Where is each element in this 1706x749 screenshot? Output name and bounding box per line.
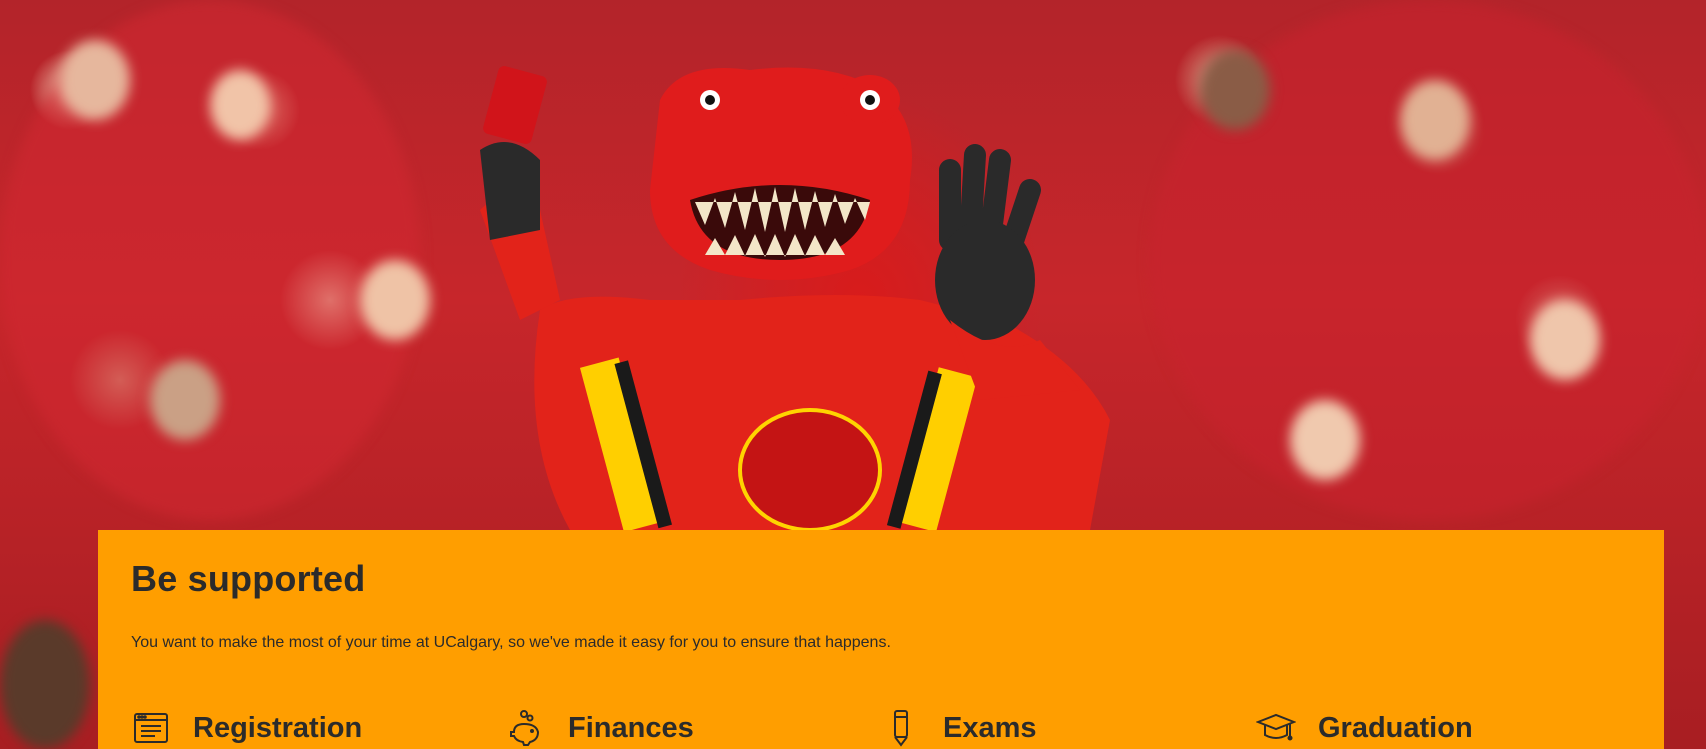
finances-label: Finances	[568, 711, 694, 744]
registration-link[interactable]: Registration	[131, 708, 506, 748]
pencil-icon	[881, 708, 921, 748]
exams-label: Exams	[943, 711, 1037, 744]
registration-label: Registration	[193, 711, 363, 744]
support-links: Registration Finances Exams Graduation	[131, 708, 1631, 748]
exams-link[interactable]: Exams	[881, 708, 1256, 748]
piggy-bank-icon	[506, 708, 546, 748]
graduation-cap-icon	[1256, 708, 1296, 748]
mascot-illustration	[480, 66, 1110, 530]
finances-link[interactable]: Finances	[506, 708, 881, 748]
hero-image: Be supported You want to make the most o…	[0, 0, 1706, 749]
support-description: You want to make the most of your time a…	[131, 634, 891, 651]
registration-icon	[131, 708, 171, 748]
graduation-link[interactable]: Graduation	[1256, 708, 1631, 748]
graduation-label: Graduation	[1318, 711, 1473, 744]
support-title: Be supported	[131, 558, 366, 599]
support-card: Be supported You want to make the most o…	[98, 530, 1664, 749]
